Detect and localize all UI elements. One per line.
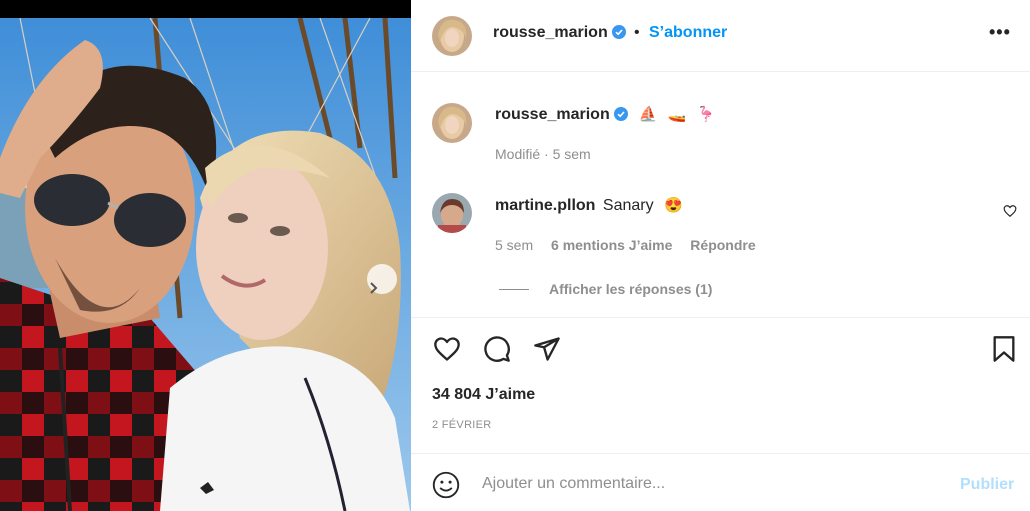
comment-likes[interactable]: 6 mentions J’aime: [551, 237, 672, 253]
commenter-username[interactable]: martine.pllon: [495, 197, 595, 214]
flamingo-emoji: 🦩: [696, 106, 716, 123]
comment-icon[interactable]: [482, 335, 512, 363]
add-comment-input[interactable]: [482, 469, 942, 499]
comment-row: martine.pllon Sanary 😍: [495, 196, 683, 215]
post-header: rousse_marion • S’abonner •••: [411, 0, 1030, 72]
caption-username[interactable]: rousse_marion: [495, 106, 610, 123]
photo-illustration: [0, 18, 411, 511]
comment-text: Sanary: [602, 197, 654, 214]
sailboat-emoji: ⛵: [638, 106, 658, 123]
verified-icon: [612, 25, 627, 39]
author-avatar[interactable]: [432, 16, 472, 56]
comment-like-icon[interactable]: [1003, 204, 1017, 218]
heart-icon[interactable]: [432, 335, 462, 363]
view-replies-label: Afficher les réponses (1): [549, 281, 713, 297]
author-username-row: rousse_marion: [493, 24, 627, 42]
send-icon[interactable]: [532, 335, 562, 363]
caption-row: rousse_marion ⛵ 🚤 🦩: [495, 105, 716, 124]
add-comment-divider: [411, 453, 1030, 454]
separator-dot: •: [634, 24, 640, 41]
speedboat-emoji: 🚤: [667, 106, 687, 123]
reply-button[interactable]: Répondre: [690, 237, 755, 253]
publish-button[interactable]: Publier: [960, 476, 1014, 494]
likes-count[interactable]: 34 804 J’aime: [432, 386, 535, 404]
post-side-panel: rousse_marion • S’abonner ••• rousse_mar…: [411, 0, 1030, 511]
commenter-avatar[interactable]: [432, 193, 472, 233]
next-photo-button[interactable]: [367, 264, 397, 294]
view-replies-button[interactable]: Afficher les réponses (1): [499, 281, 712, 297]
author-username[interactable]: rousse_marion: [493, 24, 608, 41]
bookmark-icon[interactable]: [990, 335, 1018, 363]
photo-top-bar: [0, 0, 411, 18]
emoji-smile-icon[interactable]: [432, 471, 460, 499]
more-options-button[interactable]: •••: [989, 22, 1011, 43]
heart-eyes-emoji: 😍: [664, 197, 683, 214]
actions-divider: [411, 317, 1030, 318]
caption-modified-time: Modifié · 5 sem: [495, 146, 591, 162]
post-photo[interactable]: [0, 0, 411, 511]
caption-avatar[interactable]: [432, 103, 472, 143]
follow-button[interactable]: S’abonner: [649, 24, 727, 42]
comment-meta: 5 sem 6 mentions J’aime Répondre: [495, 237, 770, 253]
verified-icon: [614, 107, 629, 121]
replies-divider: [499, 289, 529, 290]
post-date: 2 FÉVRIER: [432, 419, 492, 431]
chevron-right-icon: [370, 282, 378, 294]
comment-time: 5 sem: [495, 237, 534, 253]
